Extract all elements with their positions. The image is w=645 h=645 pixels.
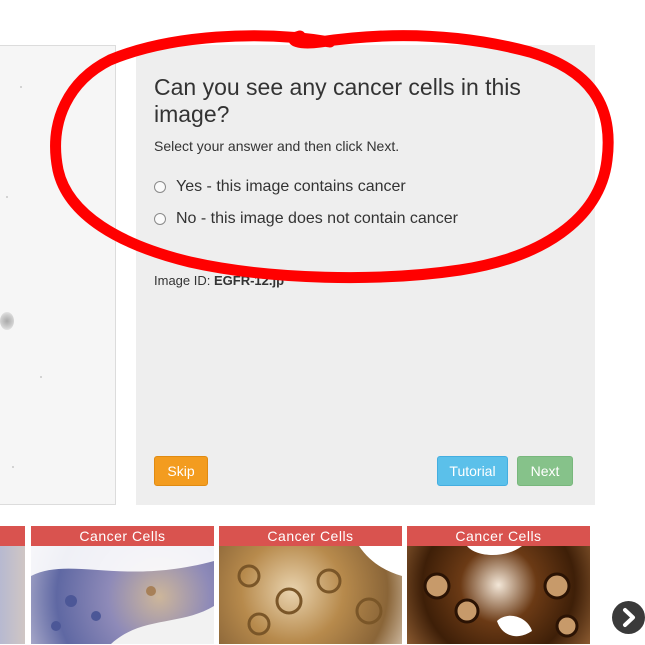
question-panel: Can you see any cancer cells in this ima… xyxy=(136,45,595,505)
next-page-button[interactable] xyxy=(612,601,645,634)
chevron-right-icon xyxy=(623,608,635,627)
example-thumbnail[interactable] xyxy=(0,526,25,644)
question-title: Can you see any cancer cells in this ima… xyxy=(154,74,521,127)
example-thumbnail[interactable]: Cancer Cells xyxy=(407,526,590,644)
thumbnail-label: Cancer Cells xyxy=(407,526,590,546)
image-id: Image ID: EGFR-12.jp xyxy=(154,273,284,288)
tissue-speck xyxy=(20,86,22,88)
next-button[interactable]: Next xyxy=(517,456,573,486)
specimen-image xyxy=(0,45,116,505)
example-thumbnail[interactable]: Cancer Cells xyxy=(219,526,402,644)
instructions-text: Select your answer and then click Next. xyxy=(154,138,400,154)
answer-no-label: No - this image does not contain cancer xyxy=(176,210,458,227)
skip-button[interactable]: Skip xyxy=(154,456,208,486)
tissue-texture xyxy=(237,546,402,636)
image-id-value: EGFR-12.jp xyxy=(213,273,285,288)
answer-yes-option[interactable]: Yes - this image contains cancer xyxy=(154,178,406,196)
thumbnail-label xyxy=(0,526,25,546)
tissue-texture xyxy=(31,546,214,644)
tissue-spot xyxy=(0,312,14,330)
tutorial-button[interactable]: Tutorial xyxy=(437,456,508,486)
image-id-prefix: Image ID: xyxy=(154,273,211,288)
answer-no-option[interactable]: No - this image does not contain cancer xyxy=(154,210,458,228)
tissue-speck xyxy=(40,376,42,378)
example-thumbnail[interactable]: Cancer Cells xyxy=(31,526,214,644)
tissue-speck xyxy=(12,466,14,468)
tissue-speck xyxy=(6,196,8,198)
radio-no[interactable] xyxy=(154,213,166,225)
thumbnail-label: Cancer Cells xyxy=(219,526,402,546)
radio-yes[interactable] xyxy=(154,181,166,193)
tissue-texture xyxy=(423,546,579,638)
thumbnail-label: Cancer Cells xyxy=(31,526,214,546)
answer-yes-label: Yes - this image contains cancer xyxy=(176,178,406,195)
